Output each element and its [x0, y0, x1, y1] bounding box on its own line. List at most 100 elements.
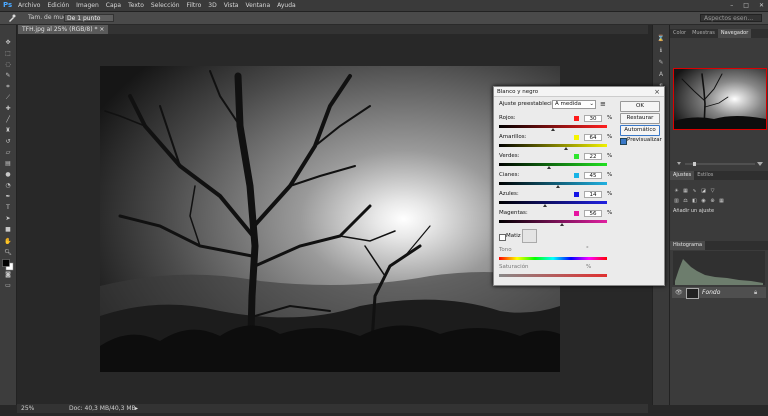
ok-button[interactable]: OK	[620, 101, 660, 112]
shape-tool-icon[interactable]: ■	[4, 226, 12, 234]
channel-slider-thumb[interactable]	[546, 166, 551, 169]
preview-checkbox[interactable]	[620, 138, 627, 145]
document-image[interactable]	[100, 66, 560, 376]
menu-vista[interactable]: Vista	[224, 0, 239, 11]
zoom-tool-icon[interactable]: 🔍︎	[4, 249, 12, 257]
zoom-level[interactable]: 25%	[21, 404, 34, 413]
preset-options-icon[interactable]: ≡	[600, 100, 606, 108]
levels-icon[interactable]: ▦	[682, 188, 689, 195]
channel-slider[interactable]	[499, 220, 607, 223]
dodge-tool-icon[interactable]: ◔	[4, 182, 12, 190]
menu-imagen[interactable]: Imagen	[76, 0, 99, 11]
exposure-icon[interactable]: ◪	[700, 188, 707, 195]
hue-slider[interactable]	[499, 257, 607, 260]
close-window-icon[interactable]: ✕	[759, 1, 764, 10]
layer-name[interactable]: Fondo	[702, 287, 720, 298]
pen-tool-icon[interactable]: ✒	[4, 193, 12, 201]
channel-slider-thumb[interactable]	[563, 147, 568, 150]
menu-3d[interactable]: 3D	[208, 0, 216, 11]
preset-select[interactable]: A medida ⌄	[552, 100, 596, 109]
quick-mask-icon[interactable]: ◙	[4, 271, 12, 279]
tab-ajustes[interactable]: Ajustes	[670, 171, 695, 180]
hue-saturation-icon[interactable]: ▥	[673, 198, 680, 205]
menu-texto[interactable]: Texto	[128, 0, 144, 11]
eyedropper-icon[interactable]: ⟋	[4, 94, 12, 102]
sample-size-select[interactable]: De 1 punto	[64, 14, 114, 22]
status-arrow-icon[interactable]: ▸	[135, 404, 138, 413]
history-brush-icon[interactable]: ↺	[4, 138, 12, 146]
tab-estilos[interactable]: Estilos	[694, 171, 716, 180]
navigator-zoom-slider[interactable]	[673, 161, 765, 167]
navigator-thumbnail[interactable]	[673, 68, 767, 130]
menu-seleccion[interactable]: Selección	[151, 0, 180, 11]
color-swatches-icon[interactable]	[2, 259, 14, 271]
character-icon[interactable]: A	[657, 71, 665, 79]
reset-button[interactable]: Restaurar	[620, 113, 660, 124]
eyedropper-tool-icon[interactable]	[8, 14, 16, 22]
black-white-icon[interactable]: ◧	[691, 198, 698, 205]
menu-ventana[interactable]: Ventana	[245, 0, 270, 11]
blur-tool-icon[interactable]: ●	[4, 171, 12, 179]
gradient-tool-icon[interactable]: ▤	[4, 160, 12, 168]
brush-presets-icon[interactable]: ✎	[657, 59, 665, 67]
close-icon[interactable]: ×	[654, 87, 660, 97]
channel-color-swatch	[574, 135, 579, 140]
saturation-slider[interactable]	[499, 274, 607, 277]
photo-filter-icon[interactable]: ◉	[700, 198, 707, 205]
move-tool-icon[interactable]: ✥	[4, 39, 12, 47]
menu-ayuda[interactable]: Ayuda	[277, 0, 296, 11]
info-icon[interactable]: ℹ	[657, 47, 665, 55]
channel-slider-thumb[interactable]	[559, 223, 564, 226]
channel-value-input[interactable]: 64	[584, 134, 602, 141]
curves-icon[interactable]: ∿	[691, 188, 698, 195]
tab-navegador[interactable]: Navegador	[717, 29, 752, 38]
screen-mode-icon[interactable]: ▭	[4, 282, 12, 290]
tab-histograma[interactable]: Histograma	[670, 241, 706, 250]
channel-value-input[interactable]: 45	[584, 172, 602, 179]
eraser-tool-icon[interactable]: ▱	[4, 149, 12, 157]
menu-filtro[interactable]: Filtro	[187, 0, 202, 11]
channel-slider-thumb[interactable]	[551, 128, 555, 131]
brush-tool-icon[interactable]: ╱	[4, 116, 12, 124]
channel-slider-thumb[interactable]	[543, 204, 548, 207]
lasso-tool-icon[interactable]: ◌	[4, 61, 12, 69]
visibility-eye-icon[interactable]: 👁︎	[675, 289, 683, 296]
channel-value-input[interactable]: 14	[584, 191, 602, 198]
channel-value-input[interactable]: 56	[584, 210, 602, 217]
tint-checkbox[interactable]	[499, 234, 506, 241]
tab-muestras[interactable]: Muestras	[689, 29, 718, 38]
channel-slider-thumb[interactable]	[556, 185, 561, 188]
document-tab[interactable]: TFH.jpg al 25% (RGB/8) * ×	[18, 25, 109, 34]
channel-slider[interactable]	[499, 201, 607, 204]
text-tool-icon[interactable]: T	[4, 204, 12, 212]
history-icon[interactable]: ⌛	[657, 35, 665, 43]
brightness-icon[interactable]: ☀	[673, 188, 680, 195]
menu-edicion[interactable]: Edición	[47, 0, 69, 11]
path-select-tool-icon[interactable]: ➤	[4, 215, 12, 223]
minimize-icon[interactable]: –	[730, 1, 733, 10]
color-lookup-icon[interactable]: ▦	[718, 198, 725, 205]
channel-value-input[interactable]: 30	[584, 115, 602, 122]
marquee-tool-icon[interactable]: ⬚	[4, 50, 12, 58]
channel-value-input[interactable]: 22	[584, 153, 602, 160]
layer-row[interactable]: 👁︎ Fondo 🔒︎	[672, 287, 766, 299]
color-balance-icon[interactable]: ⚖	[682, 198, 689, 205]
tab-color[interactable]: Color	[670, 29, 689, 38]
maximize-icon[interactable]: □	[743, 1, 749, 10]
workspace-select[interactable]: Aspectos esen...	[700, 14, 762, 22]
channel-slider[interactable]	[499, 182, 607, 185]
vibrance-icon[interactable]: ▽	[709, 188, 716, 195]
auto-button[interactable]: Automático	[620, 125, 660, 136]
channel-label: Rojos:	[499, 115, 516, 121]
tools-panel: ✥ ⬚ ◌ ✎ ⌗ ⟋ ✚ ╱ ♜ ↺ ▱ ▤ ● ◔ ✒ T ➤ ■ ✋ 🔍︎…	[0, 25, 17, 405]
hand-tool-icon[interactable]: ✋	[4, 238, 12, 246]
quick-select-tool-icon[interactable]: ✎	[4, 72, 12, 80]
channel-slider[interactable]	[499, 163, 607, 166]
crop-tool-icon[interactable]: ⌗	[4, 83, 12, 91]
menu-capa[interactable]: Capa	[106, 0, 121, 11]
channel-mixer-icon[interactable]: ⊕	[709, 198, 716, 205]
healing-brush-icon[interactable]: ✚	[4, 105, 12, 113]
menu-archivo[interactable]: Archivo	[18, 0, 40, 11]
stamp-tool-icon[interactable]: ♜	[4, 127, 12, 135]
channel-slider[interactable]	[499, 144, 607, 147]
